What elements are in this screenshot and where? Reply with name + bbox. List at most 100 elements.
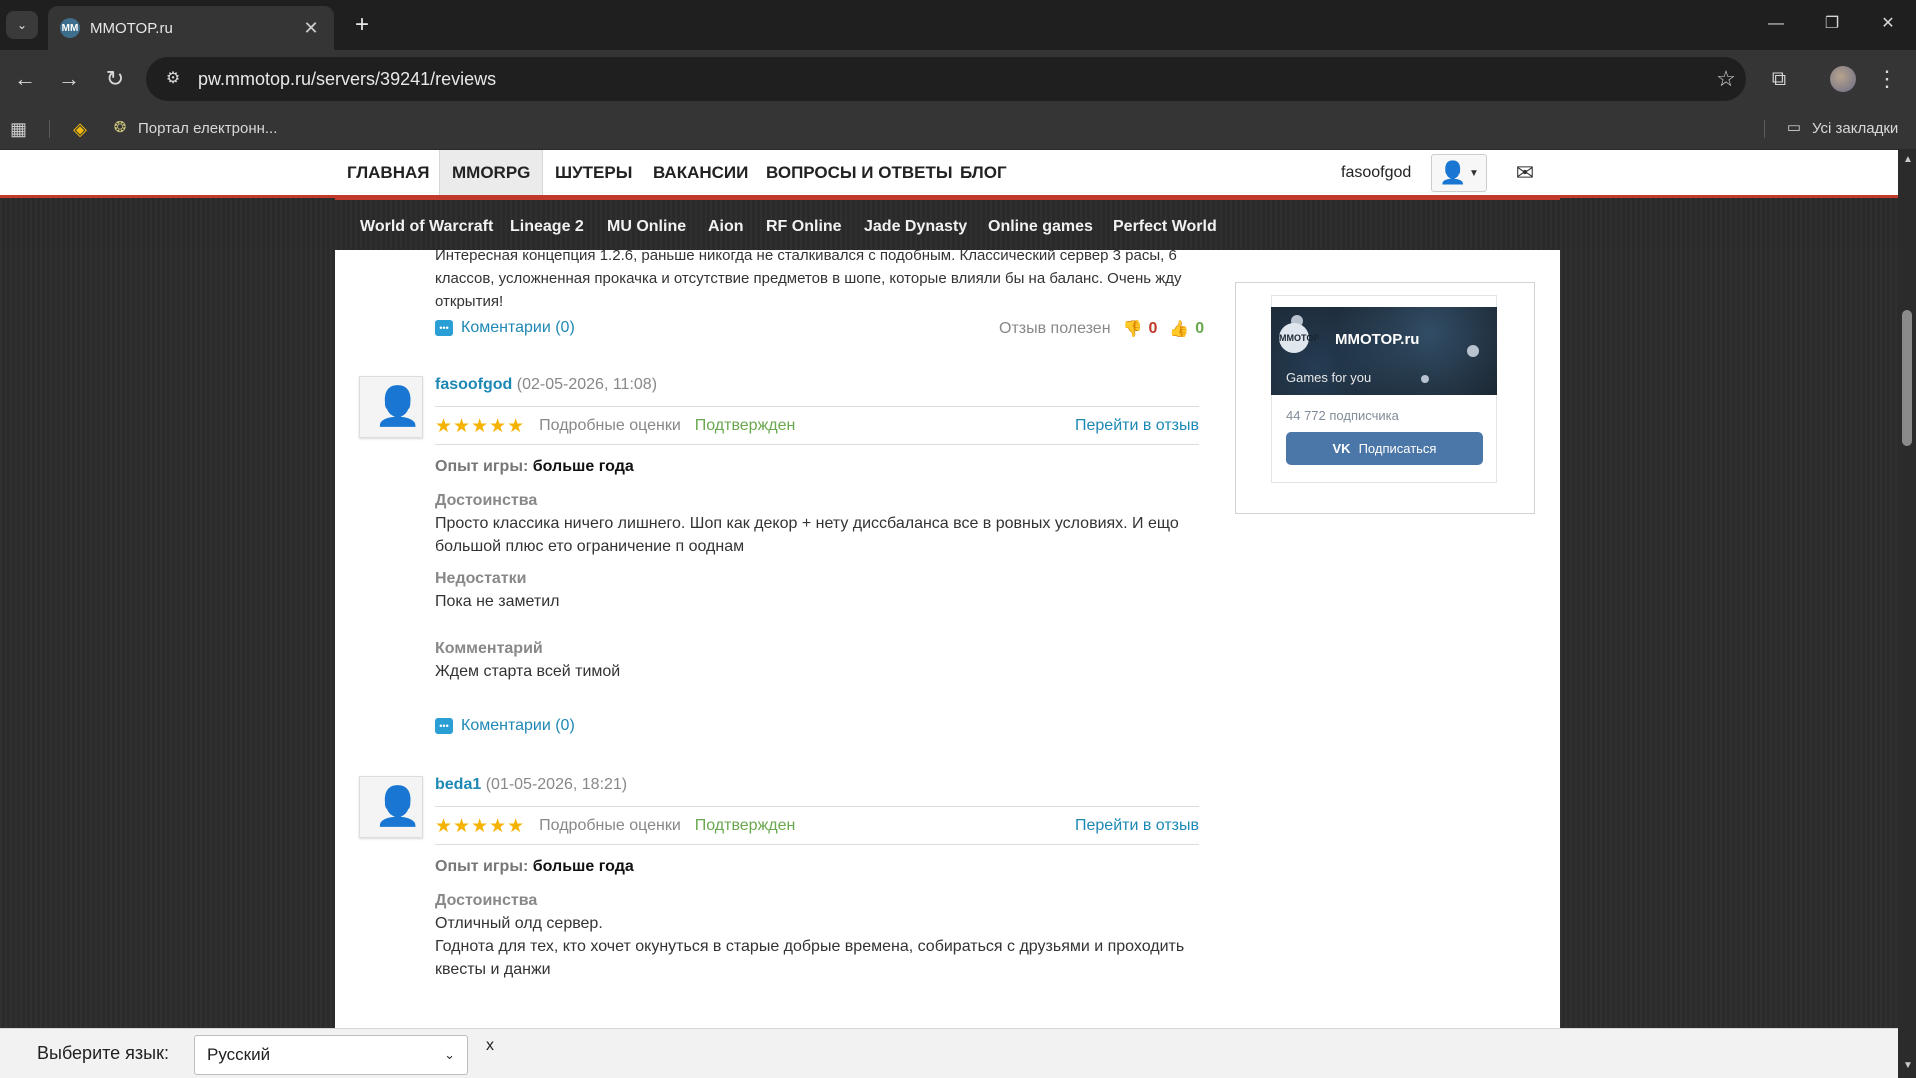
reviews-content: Интересная концепция 1.2.6, раньше никог…	[335, 250, 1560, 1078]
go-to-review-link[interactable]: Перейти в отзыв	[1075, 817, 1199, 835]
vk-group-tagline: Games for you	[1286, 370, 1372, 385]
browser-menu-icon[interactable]: ⋮	[1876, 64, 1898, 94]
apps-grid-icon[interactable]: ▦	[10, 118, 32, 140]
scroll-down-arrow-icon[interactable]: ▼	[1903, 1060, 1913, 1071]
reviewer-avatar: 👤	[359, 376, 423, 438]
game-tab-wow[interactable]: World of Warcraft	[360, 218, 493, 236]
review-date: (01-05-2026, 18:21)	[485, 776, 628, 793]
all-bookmarks-label: Усі закладки	[1812, 119, 1899, 137]
scroll-up-arrow-icon[interactable]: ▲	[1903, 154, 1913, 165]
comments-link-label: Коментарии (0)	[461, 717, 575, 734]
tab-close-icon[interactable]: ✕	[300, 18, 322, 39]
scrollbar-thumb[interactable]	[1902, 310, 1912, 446]
language-label: Выберите язык:	[37, 1043, 169, 1063]
nav-blog[interactable]: БЛОГ	[948, 150, 1019, 195]
close-window-icon[interactable]: ✕	[1868, 8, 1908, 40]
detailed-ratings-link[interactable]: Подробные оценки	[539, 817, 681, 835]
partial-review-comments-link[interactable]: ••• Коментарии (0)	[435, 319, 575, 337]
game-tab-rf-online[interactable]: RF Online	[766, 218, 842, 236]
game-tab-mu-online[interactable]: MU Online	[607, 218, 686, 236]
go-to-review-link[interactable]: Перейти в отзыв	[1075, 417, 1199, 435]
minimize-icon[interactable]: —	[1756, 8, 1796, 40]
user-menu-button[interactable]: 👤 ▼	[1431, 154, 1487, 192]
address-bar[interactable]: ⚙ pw.mmotop.ru/servers/39241/reviews ☆	[146, 57, 1746, 101]
bookmark-portal[interactable]: ❂ Портал електронн...	[110, 118, 278, 138]
caret-down-icon: ▼	[1469, 167, 1479, 179]
rating-stars: ★★★★★	[435, 815, 526, 837]
vk-group-banner[interactable]: MMOTOP MMOTOP.ru Games for you	[1271, 307, 1497, 395]
review-card: 👤 fasoofgod (02-05-2026, 11:08) ★★★★★ По…	[359, 376, 1215, 686]
nav-mmorpg[interactable]: MMORPG	[439, 150, 544, 195]
confirmed-badge: Подтвержден	[694, 417, 796, 434]
restore-icon[interactable]: ❐	[1812, 8, 1852, 40]
binance-bookmark-icon[interactable]: ◈	[70, 119, 90, 139]
mmotop-logo-icon: MMOTOP	[1279, 323, 1319, 353]
avatar-placeholder-icon: 👤	[374, 386, 422, 428]
review-meta: ★★★★★ Подробные оценки Подтвержден Перей…	[435, 815, 1199, 837]
review-divider	[435, 406, 1199, 407]
language-bar-close-button[interactable]: x	[486, 1037, 494, 1055]
profile-avatar-icon[interactable]	[1830, 66, 1856, 92]
nav-vacancies[interactable]: ВАКАНСИИ	[641, 150, 760, 195]
game-tab-online-games[interactable]: Online games	[988, 218, 1093, 236]
new-tab-button[interactable]: +	[348, 12, 376, 40]
helpful-negative-count: 0	[1148, 320, 1158, 337]
experience-label: Опыт игры:	[435, 858, 529, 875]
portal-emblem-icon: ❂	[113, 119, 127, 136]
all-bookmarks-button[interactable]: ▭ Усі закладки	[1784, 118, 1898, 138]
nav-shooters[interactable]: ШУТЕРЫ	[543, 150, 644, 195]
language-select[interactable]: Русский ⌄	[194, 1035, 468, 1075]
vk-subscribe-button[interactable]: VK Подписаться	[1286, 432, 1483, 465]
bookmark-portal-label: Портал електронн...	[138, 119, 278, 137]
game-tab-lineage2[interactable]: Lineage 2	[510, 218, 584, 236]
nav-username[interactable]: fasoofgod	[1341, 150, 1411, 195]
helpful-votes: Отзыв полезен 👎 0 👍 0	[999, 319, 1204, 339]
bookmark-star-icon[interactable]: ☆	[1706, 66, 1746, 92]
thumbs-down-icon[interactable]: 👎	[1123, 319, 1143, 339]
review-divider	[435, 444, 1199, 445]
comments-link-label: Коментарии (0)	[461, 319, 575, 336]
game-tab-aion[interactable]: Aion	[708, 218, 744, 236]
pros-text: Отличный олд сервер. Годнота для тех, кт…	[435, 915, 1185, 978]
forward-arrow-icon[interactable]: →	[54, 64, 84, 94]
tab-search-button[interactable]: ⌄	[6, 11, 38, 39]
extensions-puzzle-icon[interactable]: ⧉	[1764, 64, 1794, 94]
nav-home[interactable]: ГЛАВНАЯ	[335, 150, 441, 195]
review-divider	[435, 844, 1199, 845]
pros-title: Достоинства	[435, 892, 538, 909]
experience-value: больше года	[532, 858, 634, 875]
review-author[interactable]: fasoofgod	[435, 376, 512, 393]
comment-text: Ждем старта всей тимой	[435, 663, 621, 680]
cons-title: Недостатки	[435, 570, 527, 587]
game-tab-perfect-world[interactable]: Perfect World	[1113, 218, 1217, 236]
site-info-icon[interactable]: ⚙	[160, 66, 186, 92]
mail-envelope-icon[interactable]: ✉	[1510, 158, 1540, 188]
url-text[interactable]: pw.mmotop.ru/servers/39241/reviews	[198, 69, 1706, 90]
review-author[interactable]: beda1	[435, 776, 481, 793]
browser-tab-bar: ⌄ MM MMOTOP.ru ✕ + — ❐ ✕	[0, 0, 1916, 50]
helpful-label: Отзыв полезен	[999, 320, 1111, 337]
vk-subscriber-count: 44 772 подписчика	[1286, 408, 1399, 423]
nav-faq[interactable]: ВОПРОСЫ И ОТВЕТЫ	[754, 150, 964, 195]
browser-tab[interactable]: MM MMOTOP.ru ✕	[48, 6, 334, 50]
avatar-placeholder-icon: 👤	[374, 786, 422, 828]
detailed-ratings-link[interactable]: Подробные оценки	[539, 417, 681, 435]
thumbs-up-icon[interactable]: 👍	[1169, 319, 1189, 339]
bookmarks-divider	[49, 120, 50, 138]
page-scrollbar[interactable]: ▲ ▼	[1898, 150, 1916, 1078]
review-comments-link[interactable]: ••• Коментарии (0)	[435, 717, 575, 735]
experience-row: Опыт игры: больше года	[435, 858, 634, 876]
review-header: fasoofgod (02-05-2026, 11:08)	[435, 376, 657, 394]
pros-title: Достоинства	[435, 492, 538, 509]
back-arrow-icon[interactable]: ←	[10, 64, 40, 94]
experience-row: Опыт игры: больше года	[435, 458, 634, 476]
game-tab-jade-dynasty[interactable]: Jade Dynasty	[864, 218, 967, 236]
browser-toolbar: ← → ↻ ⚙ pw.mmotop.ru/servers/39241/revie…	[0, 50, 1916, 108]
review-card: 👤 beda1 (01-05-2026, 18:21) ★★★★★ Подроб…	[359, 776, 1215, 986]
helpful-positive-count: 0	[1195, 320, 1205, 337]
reload-icon[interactable]: ↻	[100, 64, 130, 94]
network-node	[1421, 375, 1429, 383]
folder-icon: ▭	[1786, 119, 1802, 136]
cons-text: Пока не заметил	[435, 593, 560, 610]
language-bar: Выберите язык: Русский ⌄ x	[0, 1028, 1898, 1078]
